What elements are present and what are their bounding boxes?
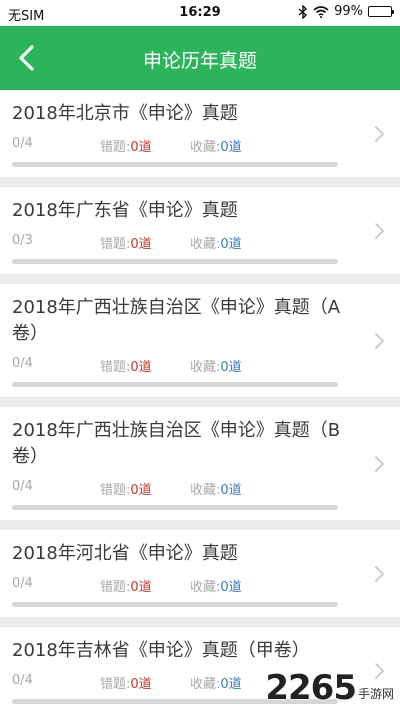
wrong-count: 错题:0道 [100, 673, 152, 692]
wrong-count: 错题:0道 [100, 479, 152, 498]
wrong-value: 0道 [130, 677, 152, 692]
item-meta: 0/3 错题:0道 收藏:0道 [12, 233, 388, 253]
status-icons: 99% [298, 4, 394, 19]
list-item[interactable]: 2018年广东省《申论》真题 0/3 错题:0道 收藏:0道 [0, 187, 400, 274]
wrong-count: 错题:0道 [100, 136, 152, 155]
chevron-right-icon [375, 455, 384, 472]
progress-count: 0/4 [12, 576, 33, 591]
item-meta: 0/4 错题:0道 收藏:0道 [12, 136, 388, 156]
chevron-right-icon [375, 565, 384, 582]
favorite-value: 0道 [220, 237, 242, 252]
list-item[interactable]: 2018年吉林省《申论》真题（甲卷） 0/4 错题:0道 收藏:0道 [0, 627, 400, 711]
list-item[interactable]: 2018年北京市《申论》真题 0/4 错题:0道 收藏:0道 [0, 90, 400, 177]
favorite-label: 收藏: [190, 140, 221, 155]
item-meta: 0/4 错题:0道 收藏:0道 [12, 673, 388, 693]
wrong-value: 0道 [130, 580, 152, 595]
exam-title: 2018年北京市《申论》真题 [12, 103, 238, 124]
list-item[interactable]: 2018年河北省《申论》真题 0/4 错题:0道 收藏:0道 [0, 530, 400, 617]
chevron-right-icon [375, 222, 384, 239]
favorite-label: 收藏: [190, 580, 221, 595]
progress-count: 0/3 [12, 233, 33, 248]
item-meta: 0/4 错题:0道 收藏:0道 [12, 479, 388, 499]
favorite-count: 收藏:0道 [190, 576, 242, 595]
favorite-count: 收藏:0道 [190, 356, 242, 375]
wrong-value: 0道 [130, 140, 152, 155]
exam-title: 2018年河北省《申论》真题 [12, 543, 238, 564]
item-meta: 0/4 错题:0道 收藏:0道 [12, 356, 388, 376]
wrong-value: 0道 [130, 483, 152, 498]
wrong-count: 错题:0道 [100, 576, 152, 595]
progress-count: 0/4 [12, 136, 33, 151]
favorite-value: 0道 [220, 360, 242, 375]
exam-title: 2018年广西壮族自治区《申论》真题（A卷） [12, 297, 341, 344]
list-item[interactable]: 2018年广西壮族自治区《申论》真题（B卷） 0/4 错题:0道 收藏:0道 [0, 407, 400, 520]
wrong-label: 错题: [100, 360, 131, 375]
progress-count: 0/4 [12, 356, 33, 371]
wrong-label: 错题: [100, 483, 131, 498]
exam-title: 2018年广西壮族自治区《申论》真题（B卷） [12, 420, 341, 467]
favorite-count: 收藏:0道 [190, 673, 242, 692]
battery-icon [368, 6, 394, 17]
favorite-label: 收藏: [190, 237, 221, 252]
favorite-count: 收藏:0道 [190, 233, 242, 252]
chevron-right-icon [375, 662, 384, 679]
favorite-count: 收藏:0道 [190, 136, 242, 155]
nav-bar: 申论历年真题 [0, 26, 400, 90]
wrong-value: 0道 [130, 360, 152, 375]
favorite-label: 收藏: [190, 360, 221, 375]
wrong-count: 错题:0道 [100, 233, 152, 252]
favorite-value: 0道 [220, 483, 242, 498]
chevron-right-icon [375, 125, 384, 142]
battery-percent: 99% [334, 4, 363, 19]
list-item[interactable]: 2018年广西壮族自治区《申论》真题（A卷） 0/4 错题:0道 收藏:0道 [0, 284, 400, 397]
favorite-count: 收藏:0道 [190, 479, 242, 498]
wrong-label: 错题: [100, 580, 131, 595]
favorite-value: 0道 [220, 140, 242, 155]
status-bar: 无SIM 16:29 99% [0, 0, 400, 26]
favorite-value: 0道 [220, 677, 242, 692]
wrong-label: 错题: [100, 677, 131, 692]
exam-title: 2018年广东省《申论》真题 [12, 200, 238, 221]
exam-title: 2018年吉林省《申论》真题（甲卷） [12, 640, 310, 661]
bluetooth-icon [298, 4, 308, 19]
wrong-count: 错题:0道 [100, 356, 152, 375]
favorite-label: 收藏: [190, 483, 221, 498]
wifi-icon [313, 5, 329, 18]
page-title: 申论历年真题 [142, 50, 257, 72]
wrong-label: 错题: [100, 237, 131, 252]
favorite-value: 0道 [220, 580, 242, 595]
item-meta: 0/4 错题:0道 收藏:0道 [12, 576, 388, 596]
progress-count: 0/4 [12, 479, 33, 494]
favorite-label: 收藏: [190, 677, 221, 692]
chevron-right-icon [375, 332, 384, 349]
progress-count: 0/4 [12, 673, 33, 688]
wrong-label: 错题: [100, 140, 131, 155]
exam-list: 2018年北京市《申论》真题 0/4 错题:0道 收藏:0道 2018年广东省《… [0, 90, 400, 711]
wrong-value: 0道 [130, 237, 152, 252]
